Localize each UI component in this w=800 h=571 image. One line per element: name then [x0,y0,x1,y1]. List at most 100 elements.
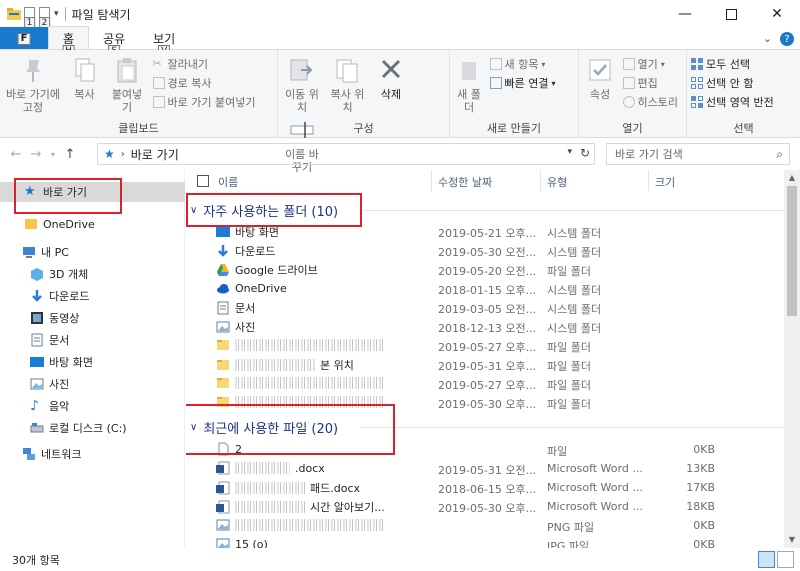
nav-item-label: 동영상 [49,312,80,325]
copy-label: 복사 [74,88,95,101]
help-icon[interactable]: ? [780,32,794,46]
pin-to-quick-access-button[interactable]: 바로 가기에 고정 [4,54,62,114]
nav-item-label: 로컬 디스크 (C:) [49,422,127,435]
back-arrow-icon[interactable]: ← [6,147,26,162]
gdrive-icon [216,263,230,277]
column-type[interactable]: 유형 [547,174,567,190]
new-item-label: 새 항목 [504,58,539,71]
nav-item-label: 음악 [49,400,70,413]
search-input[interactable]: 바로 가기 검색 ⌕ [606,143,790,165]
history-button[interactable]: 히스토리 [622,94,678,110]
download-arrow-icon [30,289,44,303]
minimize-icon: — [678,6,692,22]
large-icons-view-button[interactable] [777,551,794,568]
copy-button[interactable]: 복사 [68,54,102,101]
easy-access-button[interactable]: 빠른 연결 ▾ [489,75,556,91]
tab-view[interactable]: 보기 V [139,27,189,57]
column-name[interactable]: 이름 [218,174,238,190]
minimize-button[interactable]: — [662,0,708,28]
clipboard-group: 바로 가기에 고정 복사 붙여넣기 ✂ 잘라내기 경로 복사 바로 가기 붙여넣기… [0,50,278,138]
history-icon [622,96,635,108]
file-name-cell: Google 드라이브 [216,262,318,278]
scroll-down-icon[interactable]: ▼ [784,532,800,548]
desktop-icon [216,225,230,239]
tab-file[interactable]: 파일 F [0,27,48,49]
nav-item-downloads[interactable]: 다운로드 [0,286,185,306]
keytip: F [17,33,31,45]
maximize-button[interactable] [708,0,754,28]
file-row[interactable]: 다운로드 2019-05-30 오전... 시스템 폴더 [186,241,784,260]
forward-arrow-icon[interactable]: → [26,147,46,162]
file-row[interactable]: PNG 파일 0KB [186,516,784,535]
invert-selection-button[interactable]: 선택 영역 반전 [691,94,774,110]
collapse-ribbon-icon[interactable]: ⌄ [763,32,772,46]
paste-shortcut-button[interactable]: 바로 가기 붙여넣기 [152,94,255,110]
file-row[interactable]: 본 위치 2019-05-31 오후... 파일 폴더 [186,355,784,374]
recent-locations-icon[interactable]: ▾ [46,150,60,159]
copy-path-button[interactable]: 경로 복사 [152,75,256,91]
column-separator[interactable] [540,170,541,192]
file-row[interactable]: .docx 2019-05-31 오전... Microsoft Word ... 1… [186,459,784,478]
file-name-cell: 사진 [216,319,255,335]
file-row[interactable]: 2019-05-27 오후... 파일 폴더 [186,374,784,393]
select-all-button[interactable]: 모두 선택 [691,56,774,72]
address-dropdown-icon[interactable]: ▾ [567,147,572,157]
properties-button[interactable]: 속성 [583,54,617,101]
new-item-button[interactable]: 새 항목 ▾ [489,56,556,72]
nav-item-network[interactable]: 네트워크 [0,444,185,464]
open-button[interactable]: 열기 ▾ [622,56,678,72]
file-row[interactable]: 시간 알아보기... 2019-05-30 오후... Microsoft Word… [186,497,784,516]
tab-share[interactable]: 공유 S [89,27,139,57]
file-row[interactable]: OneDrive 2018-01-15 오후... 시스템 폴더 [186,279,784,298]
select-none-button[interactable]: 선택 안 함 [691,75,774,91]
copy-to-button[interactable]: 복사 위치 [328,54,368,114]
column-date[interactable]: 수정한 날짜 [438,174,492,190]
file-row[interactable]: 사진 2018-12-13 오전... 시스템 폴더 [186,317,784,336]
select-all-checkbox[interactable] [197,175,209,187]
nav-item-this-pc[interactable]: 내 PC [0,242,185,262]
tab-home[interactable]: 홈 H [48,26,90,57]
column-size[interactable]: 크기 [655,174,675,190]
paste-button[interactable]: 붙여넣기 [107,54,147,114]
cut-label: 잘라내기 [167,58,208,71]
column-separator[interactable] [648,170,649,192]
nav-item-music[interactable]: ♪ 음악 [0,396,185,416]
open-label: 열기 [637,58,658,71]
file-type: Microsoft Word ... [547,481,643,494]
details-view-button[interactable] [758,551,775,568]
close-button[interactable]: ✕ [754,0,800,28]
new-folder-button[interactable]: 새 폴더 [454,54,484,114]
customize-toolbar-icon[interactable]: ▾ [54,9,59,19]
refresh-icon[interactable]: ↻ [580,146,590,160]
scrollbar-thumb[interactable] [787,186,797,316]
vertical-scrollbar[interactable]: ▲ ▼ [784,170,800,548]
file-name-cell [216,376,390,390]
file-row[interactable]: 패드.docx 2018-06-15 오후... Microsoft Word ..… [186,478,784,497]
move-to-button[interactable]: 이동 위치 [282,54,322,114]
nav-item-onedrive[interactable]: OneDrive [0,214,185,234]
file-size: 0KB [693,538,715,548]
nav-item-3d-objects[interactable]: 3D 개체 [0,264,185,284]
column-separator[interactable] [431,170,432,192]
history-label: 히스토리 [637,96,678,109]
nav-item-videos[interactable]: 동영상 [0,308,185,328]
file-row[interactable]: 문서 2019-03-05 오전... 시스템 폴더 [186,298,784,317]
address-bar[interactable]: ★ › 바로 가기 ▾ ↻ [97,143,595,165]
nav-item-local-disk[interactable]: 로컬 디스크 (C:) [0,418,185,438]
scroll-up-icon[interactable]: ▲ [784,170,800,186]
file-row[interactable]: 2019-05-27 오후... 파일 폴더 [186,336,784,355]
edit-button[interactable]: 편집 [622,75,678,91]
qat-properties-button[interactable]: 1 [23,7,36,29]
qat-new-folder-button[interactable]: 2 [38,7,51,29]
nav-item-documents[interactable]: 문서 [0,330,185,350]
file-row[interactable]: 15 (o) JPG 파일 0KB [186,535,784,548]
highlight-box-frequent [186,193,362,227]
pin-label: 바로 가기에 고정 [5,88,61,114]
file-row[interactable]: Google 드라이브 2019-05-20 오전... 파일 폴더 [186,260,784,279]
nav-item-desktop[interactable]: 바탕 화면 [0,352,185,372]
up-arrow-icon[interactable]: ↑ [60,147,80,162]
cut-button[interactable]: ✂ 잘라내기 [153,56,256,72]
nav-item-pictures[interactable]: 사진 [0,374,185,394]
delete-button[interactable]: 삭제 [373,54,409,101]
file-name: OneDrive [235,281,287,295]
